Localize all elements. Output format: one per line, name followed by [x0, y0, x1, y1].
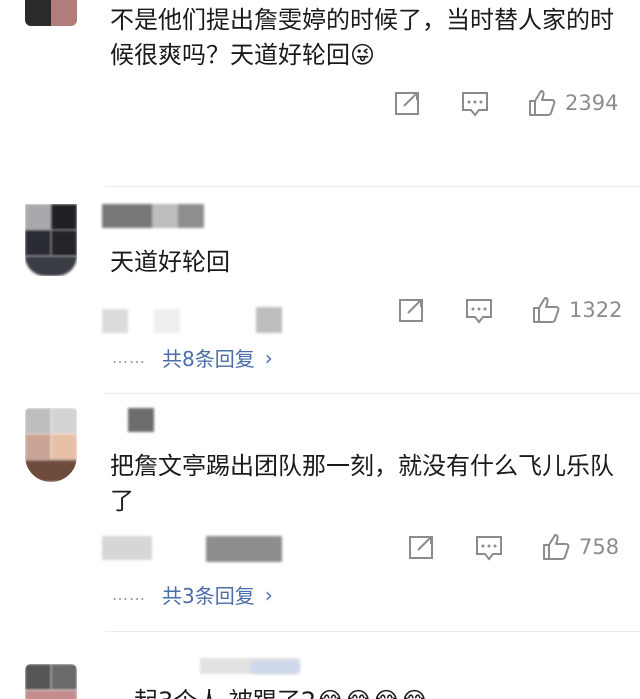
comment-2: 天道好轮回 1322 …… 共8条回复 ›: [0, 187, 640, 392]
comment-icon: [462, 92, 488, 117]
chevron-right-icon: ›: [264, 582, 273, 607]
comment-text: 把詹文亭踢出团队那一刻，就没有什么飞儿乐队了: [110, 452, 614, 515]
like-button[interactable]: 1322: [531, 295, 622, 325]
share-button[interactable]: [394, 90, 422, 116]
avatar[interactable]: [25, 204, 77, 276]
badge-redacted: [250, 660, 300, 674]
comment-1: 不是他们提出詹雯婷的时候了，当时替人家的时候很爽吗？天道好轮回😜 2394: [0, 0, 640, 186]
comment-text: 不是他们提出詹雯婷的时候了，当时替人家的时候很爽吗？天道好轮回😜: [110, 6, 614, 69]
thumbs-up-icon: [529, 90, 556, 116]
comment-button[interactable]: [474, 534, 504, 562]
reply-dots: ……: [112, 348, 146, 367]
like-button[interactable]: 2394: [527, 88, 618, 118]
view-replies-link[interactable]: …… 共8条回复 ›: [112, 343, 273, 372]
comment-icon: [476, 536, 502, 561]
like-button[interactable]: 758: [541, 532, 619, 562]
chevron-right-icon: ›: [264, 345, 273, 370]
like-count: 758: [579, 535, 620, 559]
replies-label: 共8条回复: [162, 347, 255, 371]
comment-button[interactable]: [464, 297, 494, 325]
username-redacted: [128, 408, 154, 432]
comment-text: 天道好轮回: [110, 248, 230, 276]
share-icon: [395, 92, 419, 115]
avatar[interactable]: [25, 0, 77, 26]
comment-4: 一起3个人 被踢了2😂😂😂😂: [0, 632, 640, 699]
comment-text: 一起3个人 被踢了2😂😂😂😂: [110, 684, 630, 699]
reply-dots: ……: [112, 585, 146, 604]
view-replies-link[interactable]: …… 共3条回复 ›: [112, 580, 273, 609]
username-redacted: [102, 204, 204, 228]
avatar[interactable]: [25, 664, 77, 699]
share-button[interactable]: [408, 534, 436, 560]
comment-3: 把詹文亭踢出团队那一刻，就没有什么飞儿乐队了 758 …… 共3条回复 ›: [0, 394, 640, 630]
replies-label: 共3条回复: [162, 584, 255, 608]
comment-icon: [466, 299, 492, 324]
thumbs-up-icon: [543, 534, 570, 560]
thumbs-up-icon: [533, 297, 560, 323]
avatar[interactable]: [25, 408, 77, 482]
share-icon: [409, 536, 433, 559]
timestamp-redacted: [102, 307, 308, 333]
like-count: 1322: [569, 298, 623, 322]
share-icon: [399, 299, 423, 322]
like-count: 2394: [565, 91, 619, 115]
timestamp-redacted: [102, 536, 282, 562]
share-button[interactable]: [398, 297, 426, 323]
comment-button[interactable]: [460, 90, 490, 118]
